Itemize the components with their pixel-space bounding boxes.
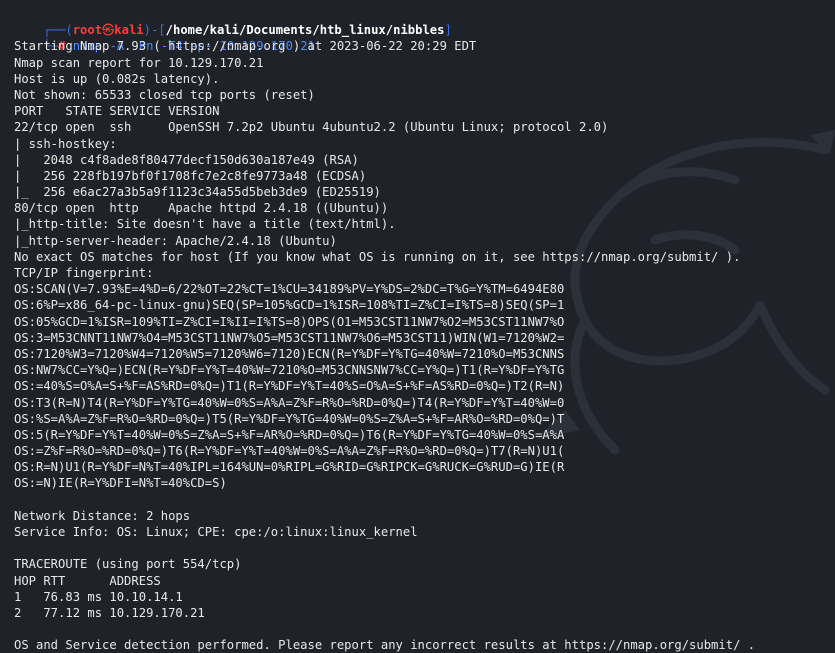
output-line: OS:R=N)U1(R=Y%DF=N%T=40%IPL=164%UN=0%RIP… [14, 460, 565, 475]
output-line: OS and Service detection performed. Plea… [14, 638, 756, 653]
nmap-output: Starting Nmap 7.93 ( https://nmap.org ) … [14, 38, 835, 653]
output-line: Not shown: 65533 closed tcp ports (reset… [14, 87, 315, 102]
output-line: |_http-title: Site doesn't have a title … [14, 217, 396, 232]
output-line: | ssh-hostkey: [14, 136, 117, 151]
output-line: TRACEROUTE (using port 554/tcp) [14, 557, 242, 572]
output-line: Network Distance: 2 hops [14, 508, 191, 523]
output-line: Host is up (0.082s latency). [14, 71, 220, 86]
output-line: |_http-server-header: Apache/2.4.18 (Ubu… [14, 233, 337, 248]
output-line: |_ 256 e6ac27a3b5a9f1123c34a55d5beb3de9 … [14, 185, 381, 200]
output-line: Starting Nmap 7.93 ( https://nmap.org ) … [14, 39, 477, 54]
prompt-line: ┌──(root㉿kali)-[/home/kali/Documents/htb… [14, 6, 835, 37]
output-line: HOP RTT ADDRESS [14, 573, 161, 588]
output-line: | 2048 c4f8ade8f80477decf150d630a187e49 … [14, 152, 359, 167]
output-line: OS:T3(R=N)T4(R=Y%DF=Y%TG=40%W=0%S=A%A=Z%… [14, 395, 565, 410]
output-line: OS:=N)IE(R=Y%DFI=N%T=40%CD=S) [14, 476, 227, 491]
output-line: OS:3=M53CNNT11NW7%O4=M53CST11NW7%O5=M53C… [14, 330, 565, 345]
command-line[interactable]: └─# nmap -A -Pn -T4 -p- 10.129.170.21 [14, 22, 835, 53]
output-line: OS:7120%W3=7120%W4=7120%W5=7120%W6=7120)… [14, 346, 565, 361]
output-line: OS:05%GCD=1%ISR=109%TI=Z%CI=I%II=I%TS=8)… [14, 314, 565, 329]
output-line: OS:5(R=Y%DF=Y%T=40%W=0%S=Z%A=S+%F=AR%O=%… [14, 427, 565, 442]
output-line: 1 76.83 ms 10.10.14.1 [14, 589, 183, 604]
output-line: OS:=40%S=O%A=S+%F=AS%RD=0%Q=)T1(R=Y%DF=Y… [14, 379, 565, 394]
output-line: 80/tcp open http Apache httpd 2.4.18 ((U… [14, 201, 389, 216]
output-line: OS:6%P=x86_64-pc-linux-gnu)SEQ(SP=105%GC… [14, 298, 565, 313]
output-line: OS:%S=A%A=Z%F=R%O=%RD=0%Q=)T5(R=Y%DF=Y%T… [14, 411, 565, 426]
output-line: | 256 228fb197bf0f1708fc7e2c8fe9773a48 (… [14, 168, 367, 183]
output-line: 2 77.12 ms 10.129.170.21 [14, 605, 205, 620]
output-line: PORT STATE SERVICE VERSION [14, 104, 220, 119]
output-line: OS:NW7%CC=Y%Q=)ECN(R=Y%DF=Y%T=40%W=7210%… [14, 363, 565, 378]
output-line: TCP/IP fingerprint: [14, 266, 154, 280]
output-line: No exact OS matches for host (If you kno… [14, 249, 741, 264]
output-line: OS:SCAN(V=7.93%E=4%D=6/22%OT=22%CT=1%CU=… [14, 282, 565, 297]
output-line: OS:=Z%F=R%O=%RD=0%Q=)T6(R=Y%DF=Y%T=40%W=… [14, 444, 565, 459]
output-line: Service Info: OS: Linux; CPE: cpe:/o:lin… [14, 525, 418, 539]
output-line: 22/tcp open ssh OpenSSH 7.2p2 Ubuntu 4ub… [14, 120, 609, 135]
output-line: Nmap scan report for 10.129.170.21 [14, 55, 264, 70]
terminal-window[interactable]: ┌──(root㉿kali)-[/home/kali/Documents/htb… [0, 0, 835, 653]
